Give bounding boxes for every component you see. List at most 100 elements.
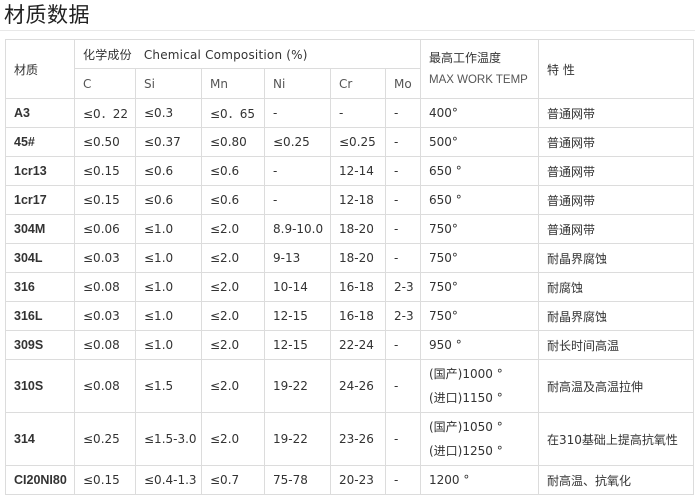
cell-mo: 2-3 bbox=[385, 301, 421, 331]
cell-mn: ≤2.0 bbox=[201, 301, 265, 331]
cell-max-temp: 750° bbox=[420, 272, 539, 302]
cell-property: 耐晶界腐蚀 bbox=[538, 301, 694, 331]
cell-ni: 19-22 bbox=[264, 359, 331, 413]
cell-max-temp: 400° bbox=[420, 98, 539, 128]
cell-max-temp-line: (进口)1250 ° bbox=[429, 444, 503, 458]
cell-ni: 75-78 bbox=[264, 465, 331, 495]
header-element-ni: Ni bbox=[264, 68, 331, 99]
cell-cr: - bbox=[330, 98, 386, 128]
cell-mn: ≤2.0 bbox=[201, 243, 265, 273]
cell-mn: ≤0．65 bbox=[201, 98, 265, 128]
cell-property: 耐腐蚀 bbox=[538, 272, 694, 302]
cell-si: ≤1.0 bbox=[135, 330, 202, 360]
cell-mn: ≤2.0 bbox=[201, 214, 265, 244]
title-divider bbox=[0, 30, 695, 31]
cell-mo: 2-3 bbox=[385, 272, 421, 302]
header-element-mo: Mo bbox=[385, 68, 421, 99]
cell-si: ≤1.0 bbox=[135, 301, 202, 331]
cell-si: ≤1.0 bbox=[135, 214, 202, 244]
cell-c: ≤0.08 bbox=[74, 272, 136, 302]
cell-cr: 16-18 bbox=[330, 301, 386, 331]
table-row: A3 ≤0．22 ≤0.3 ≤0．65- - -400° 普通网带 bbox=[5, 98, 694, 128]
cell-ni: 12-15 bbox=[264, 330, 331, 360]
cell-ni: 8.9-10.0 bbox=[264, 214, 331, 244]
cell-property: 普通网带 bbox=[538, 98, 694, 128]
cell-c: ≤0.06 bbox=[74, 214, 136, 244]
cell-c: ≤0.03 bbox=[74, 243, 136, 273]
cell-material: 45# bbox=[5, 127, 75, 157]
table-row: 304M ≤0.06 ≤1.0 ≤2.0 8.9-10.0 18-20-750° 普通网带 bbox=[5, 214, 694, 244]
cell-max-temp-line: 650 ° bbox=[429, 164, 462, 178]
cell-ni: 12-15 bbox=[264, 301, 331, 331]
cell-c: ≤0.25 bbox=[74, 412, 136, 466]
page: 材质数据 材质 化学成份 Chemical Composition (%) 最高工… bbox=[0, 0, 695, 495]
cell-max-temp: 950 ° bbox=[420, 330, 539, 360]
cell-max-temp-line: 950 ° bbox=[429, 338, 462, 352]
cell-max-temp: 750° bbox=[420, 243, 539, 273]
cell-si: ≤0.6 bbox=[135, 185, 202, 215]
cell-max-temp-line: 650 ° bbox=[429, 193, 462, 207]
header-composition-cn: 化学成份 bbox=[83, 47, 132, 62]
table-row: 316 ≤0.08 ≤1.0 ≤2.0 10-14 16-18 2-3 750° 耐腐蚀 bbox=[5, 272, 694, 302]
cell-material: 316L bbox=[5, 301, 75, 331]
cell-material: 304L bbox=[5, 243, 75, 273]
cell-max-temp-line: 750° bbox=[429, 280, 458, 294]
header-element-si: Si bbox=[135, 68, 202, 99]
cell-si: ≤1.0 bbox=[135, 243, 202, 273]
cell-max-temp-line: 750° bbox=[429, 309, 458, 323]
cell-property: 在310基础上提高抗氧性 bbox=[538, 412, 694, 466]
material-data-table: 材质 化学成份 Chemical Composition (%) 最高工作温度 MA… bbox=[5, 39, 694, 495]
cell-c: ≤0.15 bbox=[74, 156, 136, 186]
cell-max-temp-line: (国产)1050 ° bbox=[429, 420, 503, 434]
cell-material: 314 bbox=[5, 412, 75, 466]
header-max-temp: 最高工作温度 MAX WORK TEMP bbox=[420, 39, 539, 99]
cell-ni: ≤0.25 bbox=[264, 127, 331, 157]
cell-c: ≤0.08 bbox=[74, 359, 136, 413]
header-composition: 化学成份 Chemical Composition (%) bbox=[74, 39, 421, 69]
cell-mn: ≤2.0 bbox=[201, 330, 265, 360]
table-row: 304L ≤0.03 ≤1.0 ≤2.0 9-13 18-20-750° 耐晶界腐蚀 bbox=[5, 243, 694, 273]
cell-mo: - bbox=[385, 127, 421, 157]
cell-property: 普通网带 bbox=[538, 156, 694, 186]
cell-mo: - bbox=[385, 185, 421, 215]
cell-si: ≤0.4-1.3 bbox=[135, 465, 202, 495]
cell-material: 310S bbox=[5, 359, 75, 413]
cell-mn: ≤0.7 bbox=[201, 465, 265, 495]
cell-ni: - bbox=[264, 156, 331, 186]
header-property: 特 性 bbox=[538, 39, 694, 99]
page-title: 材质数据 bbox=[4, 3, 90, 27]
table-row: 1cr17 ≤0.15 ≤0.6 ≤0.6-12-18-650 ° 普通网带 bbox=[5, 185, 694, 215]
cell-material: 309S bbox=[5, 330, 75, 360]
header-material: 材质 bbox=[5, 39, 75, 99]
cell-mn: ≤2.0 bbox=[201, 359, 265, 413]
cell-max-temp: (国产)1000 ° (进口)1150 ° bbox=[420, 359, 539, 413]
cell-mo: - bbox=[385, 214, 421, 244]
cell-cr: ≤0.25 bbox=[330, 127, 386, 157]
cell-max-temp: 650 ° bbox=[420, 185, 539, 215]
cell-property: 普通网带 bbox=[538, 214, 694, 244]
cell-ni: 19-22 bbox=[264, 412, 331, 466]
cell-cr: 24-26 bbox=[330, 359, 386, 413]
cell-mo: - bbox=[385, 412, 421, 466]
cell-cr: 18-20 bbox=[330, 214, 386, 244]
cell-max-temp: 750° bbox=[420, 214, 539, 244]
table-row: 309S ≤0.08 ≤1.0 ≤2.0 12-15 22-24-950 ° 耐长时间高温 bbox=[5, 330, 694, 360]
cell-mo: - bbox=[385, 243, 421, 273]
table-row: 316L ≤0.03 ≤1.0 ≤2.0 12-15 16-18 2-3 750° 耐晶界腐蚀 bbox=[5, 301, 694, 331]
cell-material: 1cr13 bbox=[5, 156, 75, 186]
header-element-cr: Cr bbox=[330, 68, 386, 99]
table-row: 310S ≤0.08 ≤1.5 ≤2.0 19-22 24-26- (国产)1000 ° (进… bbox=[5, 359, 694, 413]
cell-si: ≤1.5 bbox=[135, 359, 202, 413]
header-max-temp-en: MAX WORK TEMP bbox=[429, 74, 528, 86]
cell-material: 316 bbox=[5, 272, 75, 302]
cell-cr: 12-14 bbox=[330, 156, 386, 186]
cell-c: ≤0.08 bbox=[74, 330, 136, 360]
cell-si: ≤1.0 bbox=[135, 272, 202, 302]
cell-max-temp: (国产)1050 ° (进口)1250 ° bbox=[420, 412, 539, 466]
cell-max-temp: 650 ° bbox=[420, 156, 539, 186]
header-element-c: C bbox=[74, 68, 136, 99]
cell-c: ≤0.15 bbox=[74, 465, 136, 495]
cell-property: 耐高温、抗氧化 bbox=[538, 465, 694, 495]
cell-max-temp: 500° bbox=[420, 127, 539, 157]
cell-max-temp-line: (进口)1150 ° bbox=[429, 391, 503, 405]
